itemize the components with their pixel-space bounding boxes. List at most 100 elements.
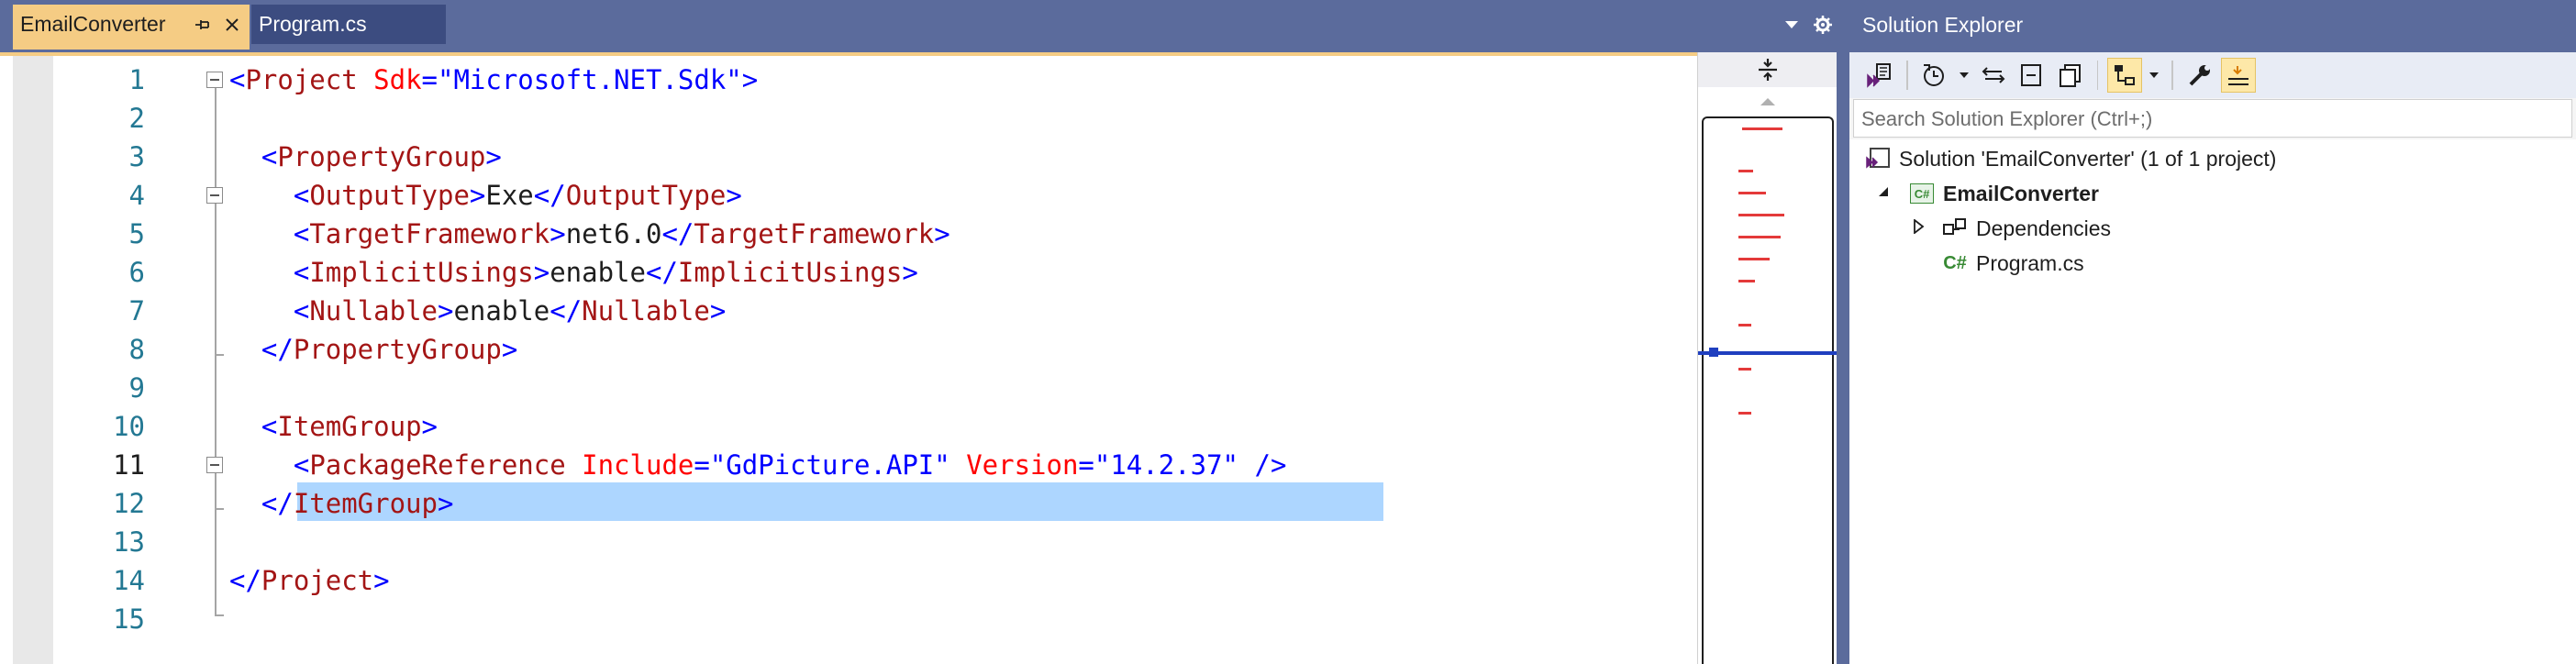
properties-wrench-icon[interactable] xyxy=(2182,58,2217,93)
solution-icon xyxy=(1864,145,1892,172)
collapse-toggle[interactable] xyxy=(206,457,223,473)
code-token: Exe xyxy=(485,180,534,211)
code-line[interactable]: <OutputType>Exe</OutputType> xyxy=(229,176,742,215)
tab-program-cs[interactable]: Program.cs xyxy=(251,5,446,44)
minimap-line xyxy=(1738,258,1770,260)
selection-margin[interactable] xyxy=(13,56,53,664)
code-line[interactable]: <ImplicitUsings>enable</ImplicitUsings> xyxy=(229,253,918,292)
tree-item-dependencies[interactable]: Dependencies xyxy=(1941,211,2111,246)
code-minimap[interactable] xyxy=(1702,116,1834,664)
code-token: ItemGroup xyxy=(293,488,438,519)
code-token: </ xyxy=(261,488,294,519)
solution-explorer-titlebar[interactable]: Solution Explorer xyxy=(1849,0,2576,52)
code-line[interactable]: <PackageReference Include="GdPicture.API… xyxy=(229,446,1287,484)
line-number: 15 xyxy=(113,603,145,635)
code-token: > xyxy=(438,295,454,326)
code-token: > xyxy=(485,141,502,172)
close-icon[interactable] xyxy=(220,11,244,39)
code-line[interactable]: </Project> xyxy=(229,561,390,600)
code-token: ="14.2.37" xyxy=(1078,449,1239,481)
code-token: > xyxy=(741,64,759,95)
switch-views-icon[interactable] xyxy=(1862,58,1897,93)
code-token: PackageReference xyxy=(309,449,566,481)
code-line[interactable]: <Nullable>enable</Nullable> xyxy=(229,292,726,330)
code-line[interactable]: <TargetFramework>net6.0</TargetFramework… xyxy=(229,215,950,253)
code-line[interactable]: </PropertyGroup> xyxy=(229,330,517,369)
sync-with-active-document-icon[interactable] xyxy=(1976,58,2011,93)
code-token: enable xyxy=(453,295,550,326)
code-token: Nullable xyxy=(582,295,710,326)
line-number: 9 xyxy=(128,372,145,404)
code-editor[interactable]: 1 2 3 4 5 6 7 8 9 10 11 12 13 14 15 <Pro… xyxy=(0,52,1849,664)
collapse-all-icon[interactable] xyxy=(2015,58,2049,93)
code-token: Project xyxy=(261,565,374,596)
line-number: 6 xyxy=(128,257,145,288)
code-token: < xyxy=(261,411,278,442)
code-token: </ xyxy=(550,295,583,326)
minimap-line xyxy=(1738,368,1751,371)
tree-item-project[interactable]: C# EmailConverter xyxy=(1908,176,2099,211)
chevron-down-icon[interactable] xyxy=(1956,58,1972,93)
line-number: 7 xyxy=(128,295,145,326)
tab-emailconverter[interactable]: EmailConverter xyxy=(13,5,250,50)
toolbar-separator xyxy=(2171,61,2173,90)
code-token: enable xyxy=(550,257,646,288)
line-number: 2 xyxy=(128,103,145,134)
chevron-down-icon[interactable] xyxy=(2146,58,2162,93)
code-line[interactable]: <ItemGroup> xyxy=(229,407,438,446)
code-token: ImplicitUsings xyxy=(309,257,534,288)
csharp-project-icon: C# xyxy=(1908,180,1936,207)
code-line[interactable]: <Project Sdk="Microsoft.NET.Sdk"> xyxy=(229,61,758,99)
scroll-up-arrow-icon[interactable] xyxy=(1698,91,1838,113)
solution-explorer-panel: Solution Explorer Search Solution Explor… xyxy=(1849,0,2576,664)
minimap-line xyxy=(1738,412,1751,415)
code-token: </ xyxy=(229,565,261,596)
code-token: > xyxy=(934,218,950,249)
show-all-files-icon[interactable] xyxy=(2053,58,2088,93)
code-token: OutputType xyxy=(565,180,727,211)
tab-strip-actions xyxy=(1776,9,1838,40)
tree-item-solution[interactable]: Solution 'EmailConverter' (1 of 1 projec… xyxy=(1864,141,2276,176)
code-line[interactable]: </ItemGroup> xyxy=(229,484,454,523)
code-token: > xyxy=(437,488,454,519)
code-line[interactable]: <PropertyGroup> xyxy=(229,138,502,176)
code-token: > xyxy=(726,180,742,211)
code-token: Version xyxy=(966,449,1079,481)
pending-changes-filter-icon[interactable] xyxy=(1917,58,1952,93)
search-solution-explorer[interactable] xyxy=(1853,99,2576,138)
code-token: ="GdPicture.API" xyxy=(694,449,950,481)
line-number: 13 xyxy=(113,526,145,558)
line-number: 8 xyxy=(128,334,145,365)
preview-selected-items-icon[interactable] xyxy=(2220,58,2256,93)
gear-icon[interactable] xyxy=(1807,9,1838,40)
collapse-toggle[interactable] xyxy=(206,72,223,88)
window-divider[interactable] xyxy=(1837,52,1849,664)
tree-item-label: EmailConverter xyxy=(1943,181,2100,205)
code-token: ImplicitUsings xyxy=(677,257,903,288)
pin-icon[interactable] xyxy=(191,11,215,39)
code-token: > xyxy=(469,180,486,211)
tab-label: EmailConverter xyxy=(20,12,166,36)
tab-dropdown-icon[interactable] xyxy=(1776,9,1807,40)
collapse-toggle[interactable] xyxy=(206,187,223,204)
split-window-icon[interactable] xyxy=(1698,52,1838,87)
collapsed-arrow-icon[interactable] xyxy=(1908,216,1928,237)
solution-tree: Solution 'EmailConverter' (1 of 1 projec… xyxy=(1849,139,2576,664)
code-token: OutputType xyxy=(309,180,470,211)
search-input[interactable] xyxy=(1854,100,2576,138)
csharp-file-icon: C# xyxy=(1943,252,1967,273)
show-dependencies-icon[interactable] xyxy=(2107,58,2142,93)
line-number: 5 xyxy=(128,218,145,249)
expanded-arrow-icon[interactable] xyxy=(1873,182,1893,202)
minimap-line xyxy=(1738,192,1766,194)
overview-scrollbar[interactable] xyxy=(1697,52,1838,664)
line-number: 4 xyxy=(128,180,145,211)
tree-item-program-cs[interactable]: C# Program.cs xyxy=(1941,246,2083,281)
